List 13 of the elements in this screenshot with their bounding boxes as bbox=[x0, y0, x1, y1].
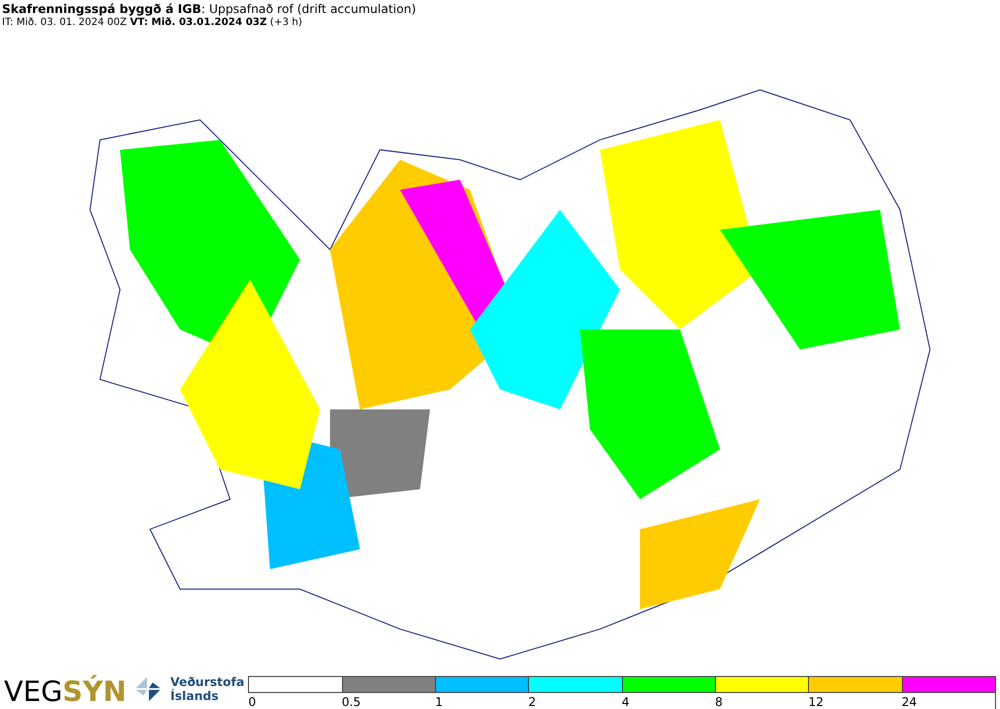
map-subtitle: IT: Mið. 03. 01. 2024 00Z VT: Mið. 03.01.2024 03Z (+3 h) bbox=[2, 16, 304, 30]
legend-label: 0.5 bbox=[342, 695, 361, 709]
legend-label: 8 bbox=[715, 695, 723, 709]
map-title: Skafrenningsspá byggð á IGB: Uppsafnað rof (drift accumulation) bbox=[2, 2, 418, 16]
logo-text: SÝN bbox=[62, 677, 126, 707]
star-logo-icon bbox=[134, 675, 162, 703]
legend-label: 0 bbox=[248, 695, 256, 709]
logo-text: VEG bbox=[4, 677, 63, 707]
legend-label: 24 bbox=[902, 695, 917, 709]
legend-label: 4 bbox=[622, 695, 630, 709]
legend-label: 12 bbox=[808, 695, 824, 709]
legend-label: 1 bbox=[435, 695, 443, 709]
legend-label: 2 bbox=[528, 695, 536, 709]
